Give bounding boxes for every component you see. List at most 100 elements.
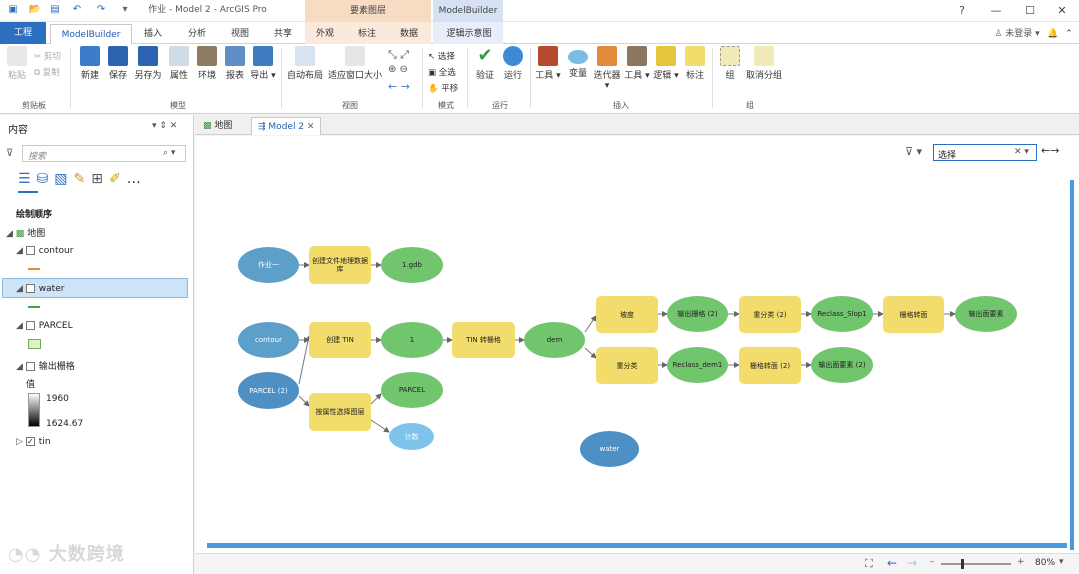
run-button[interactable]: 运行: [500, 46, 526, 81]
tool-slope[interactable]: 坡度: [596, 296, 658, 333]
output-reclass-dem1[interactable]: Reclass_dem1: [667, 347, 728, 383]
properties-button[interactable]: 属性: [166, 46, 192, 81]
ungroup-button[interactable]: 取消分组: [744, 46, 784, 81]
pane-view-toolbar[interactable]: ☰⛁▧✎⊞✐…: [18, 171, 147, 187]
tool-reclassify[interactable]: 重分类: [596, 347, 658, 384]
output-count[interactable]: 计数: [389, 423, 434, 450]
more-icon[interactable]: …: [127, 171, 147, 187]
data-node-contour[interactable]: contour: [238, 322, 299, 358]
auto-layout-button[interactable]: 自动布局: [286, 46, 324, 81]
zoom-inout-icon[interactable]: ⊕ ⊖: [388, 64, 408, 75]
back-arrow-icon[interactable]: ←: [887, 556, 897, 570]
redo-icon[interactable]: ↷: [94, 4, 108, 16]
layer-parcel[interactable]: ◢ PARCEL: [16, 321, 73, 331]
paste-button[interactable]: 粘贴: [4, 46, 30, 81]
search-icon[interactable]: ⌕ ▾: [163, 148, 175, 158]
label-button[interactable]: 标注: [682, 46, 708, 81]
tab-view[interactable]: 视图: [225, 24, 255, 44]
output-polygon-features[interactable]: 输出面要素: [955, 296, 1017, 332]
collapse-ribbon-icon[interactable]: ⌃: [1062, 24, 1076, 44]
previous-next-extent-icon[interactable]: ← →: [388, 80, 410, 93]
group-button[interactable]: 组: [718, 46, 742, 81]
help-button[interactable]: ?: [952, 2, 972, 20]
undo-icon[interactable]: ↶: [70, 4, 84, 16]
layer-tin[interactable]: ▷ ✓ tin: [16, 437, 51, 447]
new-model-button[interactable]: 新建: [76, 46, 104, 81]
editing-icon[interactable]: ✎: [74, 171, 92, 187]
tab-analysis[interactable]: 分析: [182, 24, 212, 44]
tool-tin-to-raster[interactable]: TIN 转栅格: [452, 322, 515, 358]
output-tin-1[interactable]: 1: [381, 322, 443, 358]
source-icon[interactable]: ⛁: [37, 171, 55, 187]
report-button[interactable]: 报表: [222, 46, 248, 81]
cut-button[interactable]: ✂ 剪切: [34, 50, 61, 62]
layer-water[interactable]: ◢ water: [16, 284, 64, 294]
data-node-water[interactable]: water: [580, 431, 639, 467]
tool-raster-to-polygon[interactable]: 栅格转面: [883, 296, 944, 333]
contents-search-field[interactable]: 搜索 ⌕ ▾: [22, 145, 186, 162]
tool-reclassify-2[interactable]: 重分类 (2): [739, 296, 801, 333]
output-parcel[interactable]: PARCEL: [381, 372, 443, 408]
close-tab-icon[interactable]: ✕: [307, 122, 315, 132]
copy-button[interactable]: ⧉ 复制: [34, 66, 60, 78]
tool-raster-to-polygon-2[interactable]: 栅格转面 (2): [739, 347, 801, 384]
model-canvas[interactable]: ⊽ ▾ 选择 ✕ ▾ ←→ 作业一 创建文件地理数据库 1.gdb contou…: [195, 136, 1079, 553]
select-tool[interactable]: ↖ 选择: [428, 50, 455, 62]
zoom-dropdown-icon[interactable]: ▾: [1059, 557, 1064, 567]
environments-button[interactable]: 环境: [194, 46, 220, 81]
variable-button[interactable]: 变量: [564, 46, 592, 79]
tool-create-tin[interactable]: 创建 TIN: [309, 322, 371, 358]
filter-icon[interactable]: ⊽: [6, 148, 13, 159]
tool-select-by-attribute[interactable]: 按属性选择图层: [309, 393, 371, 431]
zoom-slider-thumb[interactable]: [961, 559, 964, 569]
fit-to-window-button[interactable]: 适应窗口大小: [326, 46, 384, 81]
zoom-slider[interactable]: [941, 563, 1011, 565]
output-polygon-features-2[interactable]: 输出面要素 (2): [811, 347, 873, 383]
tab-schematic[interactable]: 逻辑示意图: [440, 24, 498, 44]
tools-button[interactable]: 工具 ▾: [534, 46, 562, 81]
pane-controls[interactable]: ▾ ⇕ ✕: [152, 121, 177, 131]
tab-model-view[interactable]: ⇶ Model 2 ✕: [251, 117, 322, 135]
tab-project[interactable]: 工程: [0, 22, 46, 44]
tab-appearance[interactable]: 外观: [310, 24, 340, 44]
output-raster-2[interactable]: 输出栅格 (2): [667, 296, 728, 332]
maximize-button[interactable]: ☐: [1020, 2, 1040, 20]
data-node-parcel-2[interactable]: PARCEL (2): [238, 372, 299, 409]
save-model-button[interactable]: 保存: [106, 46, 130, 81]
output-reclass-slop1[interactable]: Reclass_Slop1: [811, 296, 873, 332]
close-button[interactable]: ✕: [1052, 2, 1072, 20]
save-icon[interactable]: ▤: [48, 4, 62, 16]
zoom-tools-icon[interactable]: ⤡ ⤢: [388, 48, 409, 62]
export-button[interactable]: 导出 ▾: [250, 46, 276, 81]
pan-tool[interactable]: ✋ 平移: [428, 82, 458, 94]
tab-map-view[interactable]: ▩ 地图: [197, 117, 238, 135]
snapping-icon[interactable]: ⊞: [91, 171, 109, 187]
data-node-zuoye[interactable]: 作业一: [238, 247, 299, 283]
logic-button[interactable]: 逻辑 ▾: [652, 46, 680, 81]
tab-insert[interactable]: 插入: [138, 24, 168, 44]
open-icon[interactable]: 📂: [28, 4, 42, 16]
output-dem[interactable]: dem: [524, 322, 585, 358]
map-node[interactable]: ◢ ▩ 地图: [6, 226, 45, 239]
save-as-button[interactable]: 另存为: [132, 46, 164, 81]
output-gdb[interactable]: 1.gdb: [381, 247, 443, 283]
fit-extent-icon[interactable]: ⛶: [865, 557, 873, 571]
tab-share[interactable]: 共享: [268, 24, 298, 44]
forward-arrow-icon[interactable]: →: [907, 556, 917, 570]
iterators-button[interactable]: 迭代器 ▾: [592, 46, 622, 91]
tab-labeling[interactable]: 标注: [352, 24, 382, 44]
layer-contour[interactable]: ◢ contour: [16, 246, 73, 256]
zoom-out-icon[interactable]: –: [930, 557, 935, 567]
tool-create-file-gdb[interactable]: 创建文件地理数据库: [309, 246, 371, 284]
layer-output-raster[interactable]: ◢ 输出栅格: [16, 359, 75, 372]
select-all-tool[interactable]: ▣ 全选: [428, 66, 456, 78]
selection-icon[interactable]: ▧: [54, 171, 73, 187]
zoom-in-icon[interactable]: +: [1017, 557, 1025, 567]
tab-modelbuilder[interactable]: ModelBuilder: [50, 24, 132, 44]
labeling-icon[interactable]: ✐: [109, 171, 127, 187]
utilities-button[interactable]: 工具 ▾: [624, 46, 650, 81]
sign-in-status[interactable]: ♙ 未登录 ▾: [992, 24, 1042, 44]
minimize-button[interactable]: —: [986, 2, 1006, 20]
tab-data[interactable]: 数据: [394, 24, 424, 44]
draw-order-icon[interactable]: ☰: [18, 171, 37, 187]
